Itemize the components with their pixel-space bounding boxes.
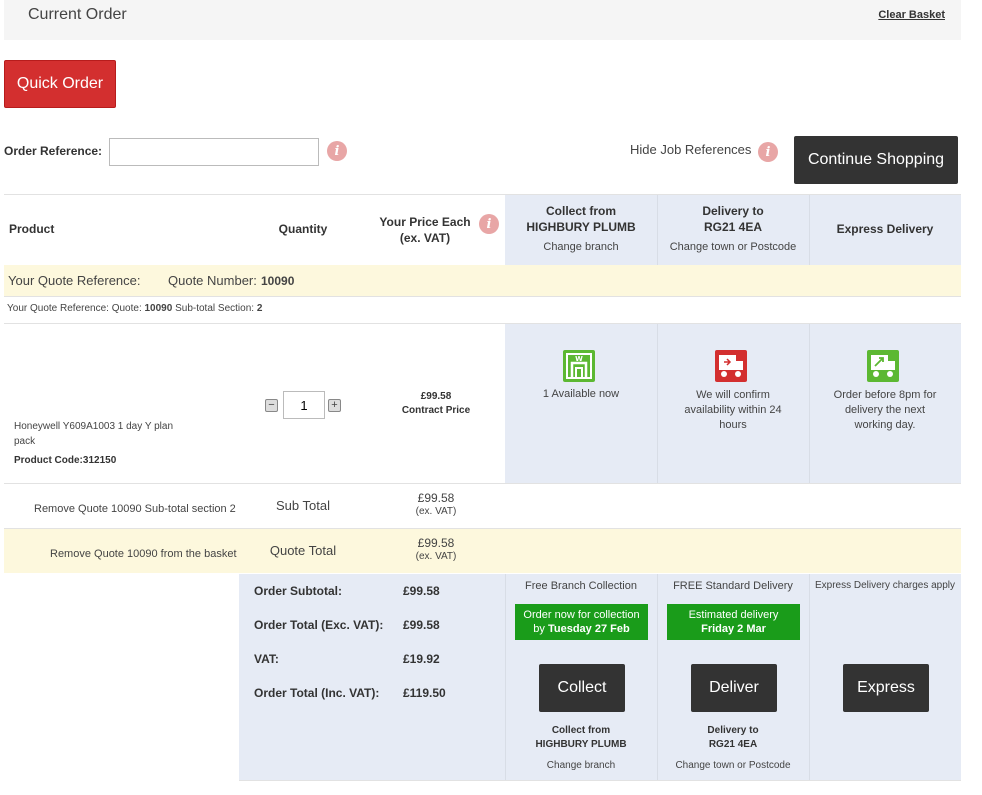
column-header-delivery: Delivery to RG21 4EA Change town or Post…: [657, 203, 809, 253]
page-title: Current Order: [28, 6, 127, 23]
quick-order-button[interactable]: Quick Order: [4, 60, 116, 108]
quantity-input[interactable]: [283, 391, 325, 419]
divider: [4, 483, 961, 484]
quote-total-vat-note: (ex. VAT): [415, 551, 457, 562]
clear-basket-link[interactable]: Clear Basket: [878, 9, 945, 21]
divider: [4, 296, 961, 297]
section-number: 2: [256, 303, 263, 314]
section-mid: Sub-total Section:: [175, 303, 255, 314]
express-truck-icon: [867, 350, 899, 382]
plus-icon[interactable]: +: [328, 399, 341, 412]
collect-badge-line1: Order now for collection: [523, 609, 640, 621]
collect-date-badge: Order now for collection by Tuesday 27 F…: [515, 604, 648, 640]
quote-total-value: £99.58 (ex. VAT): [396, 536, 476, 564]
collect-availability: 1 Available now: [542, 388, 620, 400]
collect-badge-date: Tuesday 27 Feb: [547, 623, 630, 635]
price-value: £99.58: [420, 391, 452, 402]
change-branch-link[interactable]: Change branch: [505, 760, 657, 771]
collect-header-branch: HIGHBURY PLUMB: [526, 220, 636, 234]
remove-subtotal-link[interactable]: Remove Quote 10090 Sub-total section 2: [34, 503, 236, 515]
order-total-exc-label: Order Total (Exc. VAT):: [254, 618, 384, 632]
divider: [809, 574, 810, 780]
delivery-footer-postcode: RG21 4EA: [708, 739, 758, 750]
quote-total-amount: £99.58: [417, 536, 455, 550]
info-icon[interactable]: i: [758, 142, 778, 162]
price-type: Contract Price: [401, 405, 471, 416]
product-code-value: 312150: [82, 455, 117, 466]
vat-value: £19.92: [403, 652, 440, 666]
divider: [657, 324, 658, 483]
warehouse-icon: W: [563, 350, 595, 382]
collect-footer-branch: HIGHBURY PLUMB: [535, 739, 627, 750]
minus-icon[interactable]: −: [265, 399, 278, 412]
order-total-inc-value: £119.50: [403, 686, 446, 700]
quote-section-label: Your Quote Reference: Quote: 10090 Sub-t…: [7, 303, 262, 314]
quote-reference-row: Your Quote Reference: Quote Number: 1009…: [4, 265, 961, 296]
remove-quote-link[interactable]: Remove Quote 10090 from the basket: [50, 548, 237, 560]
quote-number: 10090: [261, 274, 295, 288]
express-option-heading: Express Delivery charges apply: [814, 580, 956, 591]
change-branch-link[interactable]: Change branch: [505, 241, 657, 253]
quote-reference-label: Your Quote Reference:: [8, 273, 141, 288]
column-header-price: Your Price Each (ex. VAT): [370, 214, 480, 246]
column-header-express: Express Delivery: [836, 222, 934, 236]
collect-footer: Collect from HIGHBURY PLUMB Change branc…: [505, 724, 657, 771]
delivery-badge-date: Friday 2 Mar: [701, 623, 766, 635]
order-total-inc-label: Order Total (Inc. VAT):: [254, 686, 380, 700]
delivery-availability: We will confirm availability within 24 h…: [684, 389, 782, 431]
subtotal-vat-note: (ex. VAT): [415, 506, 457, 517]
collect-option-heading: Free Branch Collection: [525, 580, 637, 592]
delivery-badge-prefix: Estimated delivery: [688, 609, 779, 621]
subtotal-value: £99.58 (ex. VAT): [396, 491, 476, 519]
continue-shopping-button[interactable]: Continue Shopping: [794, 136, 958, 184]
delivery-header-postcode: RG21 4EA: [703, 220, 763, 234]
vat-label: VAT:: [254, 652, 279, 666]
divider: [809, 324, 810, 483]
order-total-exc-value: £99.58: [403, 618, 440, 632]
header-bar: Current Order Clear Basket: [4, 0, 961, 40]
divider: [239, 780, 961, 781]
section-prefix: Your Quote Reference: Quote:: [7, 303, 142, 314]
delivery-footer-line1: Delivery to: [707, 725, 759, 736]
price-header-line2: (ex. VAT): [399, 231, 451, 245]
product-code: Product Code:312150: [14, 455, 116, 466]
delivery-date-badge: Estimated delivery Friday 2 Mar: [667, 604, 800, 640]
delivery-footer: Delivery to RG21 4EA Change town or Post…: [657, 724, 809, 771]
svg-text:W: W: [575, 355, 583, 363]
order-reference-label: Order Reference:: [4, 144, 103, 158]
change-postcode-link[interactable]: Change town or Postcode: [657, 241, 809, 253]
hide-job-references-link[interactable]: Hide Job References: [630, 142, 751, 157]
product-price: £99.58 Contract Price: [380, 390, 492, 418]
section-quote-number: 10090: [144, 303, 173, 314]
order-reference-input[interactable]: [109, 138, 319, 166]
order-subtotal-value: £99.58: [403, 584, 440, 598]
order-subtotal-label: Order Subtotal:: [254, 584, 343, 598]
delivery-option-heading: FREE Standard Delivery: [673, 580, 793, 592]
collect-badge-prefix: by: [533, 623, 545, 635]
collect-button[interactable]: Collect: [539, 664, 625, 712]
subtotal-amount: £99.58: [417, 491, 455, 505]
product-code-label: Product Code:: [14, 455, 83, 466]
info-icon[interactable]: i: [479, 214, 499, 234]
deliver-button[interactable]: Deliver: [691, 664, 777, 712]
column-header-product: Product: [9, 222, 55, 236]
column-header-collect: Collect from HIGHBURY PLUMB Change branc…: [505, 203, 657, 253]
collect-header-line1: Collect from: [545, 204, 616, 218]
quote-total-label: Quote Total: [269, 543, 337, 558]
delivery-header-line1: Delivery to: [702, 204, 764, 218]
quote-number-label: Quote Number:: [168, 273, 257, 288]
price-header-line1: Your Price Each: [379, 215, 471, 229]
subtotal-label: Sub Total: [276, 498, 330, 513]
collect-footer-line1: Collect from: [551, 725, 611, 736]
express-availability: Order before 8pm for delivery the next w…: [833, 389, 937, 431]
change-postcode-link[interactable]: Change town or Postcode: [657, 760, 809, 771]
product-name[interactable]: Honeywell Y609A1003 1 day Y plan pack: [14, 419, 194, 449]
express-button[interactable]: Express: [843, 664, 929, 712]
info-icon[interactable]: i: [327, 141, 347, 161]
column-header-quantity: Quantity: [278, 222, 328, 236]
delivery-truck-icon: [715, 350, 747, 382]
